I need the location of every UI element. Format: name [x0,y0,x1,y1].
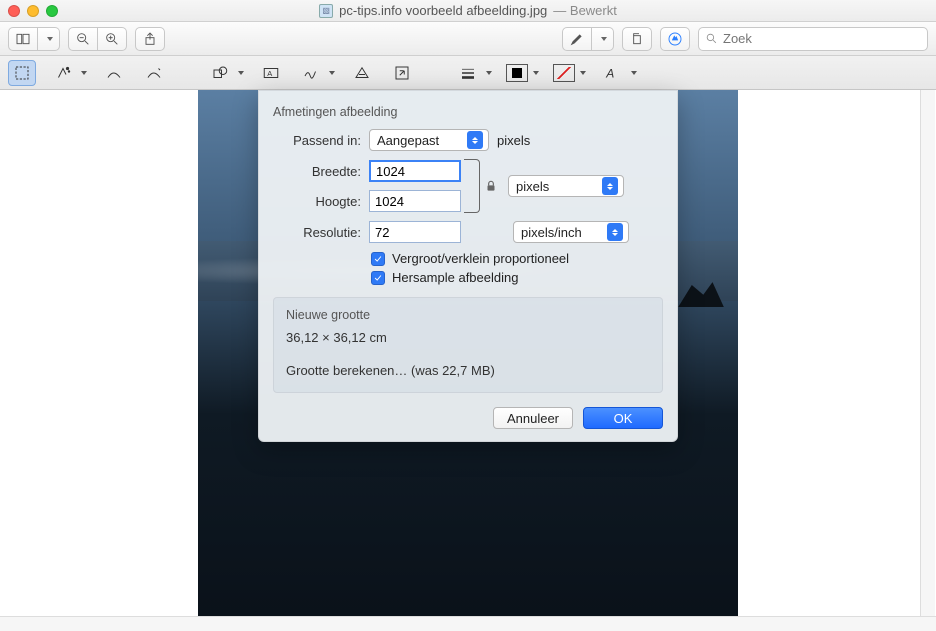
markup-toggle-button[interactable] [660,27,690,51]
resolution-label: Resolutie: [273,225,361,240]
shapes-tool[interactable] [207,60,233,86]
window-edited-label: — Bewerkt [553,3,617,18]
vertical-scrollbar[interactable] [920,90,935,631]
new-size-panel: Nieuwe grootte 36,12 × 36,12 cm Grootte … [273,297,663,393]
highlight-dropdown[interactable] [592,27,614,51]
markup-toolbar: A A [0,56,936,90]
window-filename: pc-tips.info voorbeeld afbeelding.jpg [339,3,547,18]
fill-color-tool[interactable] [553,64,575,82]
view-mode-button[interactable] [8,27,38,51]
new-size-calculating: Grootte berekenen… (was 22,7 MB) [286,363,650,378]
select-arrows-icon [602,177,618,195]
window-controls [8,5,58,17]
sketch-tool[interactable] [101,60,127,86]
share-button[interactable] [135,27,165,51]
close-window-button[interactable] [8,5,20,17]
fit-into-value: Aangepast [377,133,439,148]
resolution-input[interactable] [369,221,461,243]
fit-into-select[interactable]: Aangepast [369,129,489,151]
rect-select-tool[interactable] [8,60,36,86]
height-label: Hoogte: [273,194,361,209]
horizontal-scrollbar[interactable] [0,616,936,631]
svg-text:A: A [267,69,272,78]
adjust-color-tool[interactable] [349,60,375,86]
resolution-unit-select[interactable]: pixels/inch [513,221,629,243]
dimension-link-bracket [464,159,480,213]
canvas-area: Afmetingen afbeelding Passend in: Aangep… [0,90,936,631]
svg-text:A: A [605,66,614,80]
new-size-title: Nieuwe grootte [286,308,650,322]
search-field[interactable] [698,27,928,51]
adjust-size-tool[interactable] [389,60,415,86]
resolution-unit-value: pixels/inch [521,225,582,240]
sign-tool[interactable] [298,60,324,86]
text-style-tool[interactable]: A [600,60,626,86]
scale-proportionally-checkbox[interactable] [371,252,385,266]
cancel-button[interactable]: Annuleer [493,407,573,429]
main-toolbar [0,22,936,56]
search-icon [705,32,718,45]
zoom-out-button[interactable] [68,27,98,51]
scale-proportionally-label: Vergroot/verklein proportioneel [392,251,569,266]
select-arrows-icon [467,131,483,149]
new-size-dimensions: 36,12 × 36,12 cm [286,330,650,345]
minimize-window-button[interactable] [27,5,39,17]
width-label: Breedte: [273,164,361,179]
zoom-window-button[interactable] [46,5,58,17]
rotate-button[interactable] [622,27,652,51]
highlight-button[interactable] [562,27,592,51]
select-arrows-icon [607,223,623,241]
height-input[interactable] [369,190,461,212]
ok-button[interactable]: OK [583,407,663,429]
zoom-in-button[interactable] [98,27,127,51]
resample-label: Hersample afbeelding [392,270,518,285]
width-input[interactable] [369,160,461,182]
lock-icon [484,178,498,194]
draw-tool[interactable] [141,60,167,86]
wh-unit-select[interactable]: pixels [508,175,624,197]
resize-dialog: Afmetingen afbeelding Passend in: Aangep… [258,90,678,442]
search-input[interactable] [723,31,921,46]
instant-alpha-tool[interactable] [50,60,76,86]
stroke-color-tool[interactable] [506,64,528,82]
wh-unit-value: pixels [516,179,549,194]
view-mode-dropdown[interactable] [38,27,60,51]
fit-into-label: Passend in: [273,133,361,148]
text-tool[interactable]: A [258,60,284,86]
window-titlebar: ▧ pc-tips.info voorbeeld afbeelding.jpg … [0,0,936,22]
resample-checkbox[interactable] [371,271,385,285]
dialog-section-title: Afmetingen afbeelding [273,105,663,119]
line-weight-tool[interactable] [455,60,481,86]
document-icon: ▧ [319,4,333,18]
fit-into-unit-label: pixels [497,133,530,148]
window-title: ▧ pc-tips.info voorbeeld afbeelding.jpg … [58,3,878,18]
